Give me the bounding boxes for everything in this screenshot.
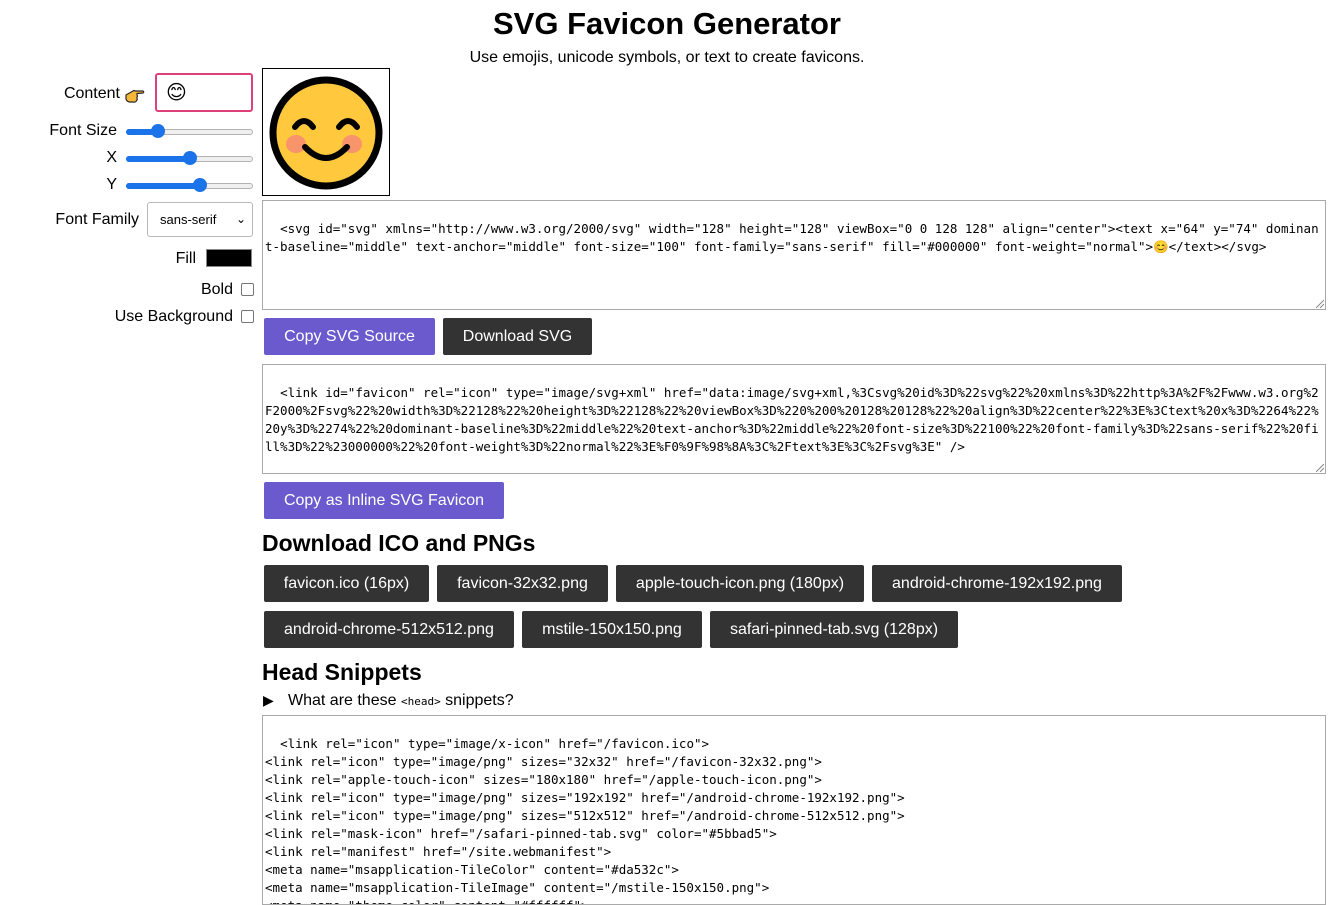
details-prefix: What are these [288, 692, 397, 709]
font-family-select[interactable]: sans-serif ⌄ [147, 202, 253, 237]
bold-label: Bold [200, 281, 233, 298]
details-code: <head> [400, 695, 441, 708]
download-favicon-ico-button[interactable]: favicon.ico (16px) [264, 565, 429, 602]
fill-color-picker[interactable] [206, 249, 252, 267]
head-snippets-heading: Head Snippets [262, 659, 422, 685]
details-suffix: snippets? [445, 692, 514, 709]
download-svg-button[interactable]: Download SVG [443, 318, 592, 355]
downloads-heading: Download ICO and PNGs [262, 530, 536, 556]
head-snippets-details-summary[interactable]: ▶ What are these <head> snippets? [263, 692, 514, 710]
download-mstile-150-button[interactable]: mstile-150x150.png [522, 611, 702, 648]
download-favicon-32-button[interactable]: favicon-32x32.png [437, 565, 608, 602]
download-android-chrome-512-button[interactable]: android-chrome-512x512.png [264, 611, 514, 648]
download-safari-pinned-tab-button[interactable]: safari-pinned-tab.svg (128px) [710, 611, 958, 648]
y-slider-thumb[interactable] [192, 178, 207, 192]
content-label: Content [63, 85, 120, 102]
inline-favicon-textarea[interactable]: <link id="favicon" rel="icon" type="imag… [262, 364, 1326, 474]
font-size-slider[interactable] [126, 124, 253, 138]
x-label: X [106, 149, 117, 166]
chevron-down-icon: ⌄ [235, 212, 246, 226]
head-snippets-text: <link rel="icon" type="image/x-icon" hre… [265, 736, 905, 904]
content-input[interactable]: 😊 [155, 73, 253, 112]
y-slider[interactable] [126, 178, 253, 192]
head-snippets-textarea[interactable]: <link rel="icon" type="image/x-icon" hre… [262, 715, 1326, 905]
download-android-chrome-192-button[interactable]: android-chrome-192x192.png [872, 565, 1122, 602]
x-slider[interactable] [126, 151, 253, 165]
copy-svg-source-button[interactable]: Copy SVG Source [264, 318, 435, 355]
favicon-preview [262, 68, 390, 196]
resize-grip-icon[interactable] [1316, 300, 1324, 308]
font-family-label: Font Family [55, 211, 139, 228]
font-family-value: sans-serif [160, 212, 217, 227]
use-background-checkbox[interactable] [241, 310, 254, 323]
use-background-label: Use Background [114, 308, 233, 325]
y-label: Y [106, 176, 117, 193]
font-size-label: Font Size [49, 122, 117, 139]
svg-source-textarea[interactable]: <svg id="svg" xmlns="http://www.w3.org/2… [262, 200, 1326, 310]
page-title: SVG Favicon Generator [493, 6, 841, 41]
fill-label: Fill [175, 250, 196, 267]
page-subtitle: Use emojis, unicode symbols, or text to … [469, 49, 865, 66]
resize-grip-icon[interactable] [1316, 464, 1324, 472]
pointing-hand-icon [125, 89, 145, 103]
font-size-slider-thumb[interactable] [150, 124, 165, 138]
disclosure-triangle-icon: ▶ [263, 692, 274, 708]
download-apple-touch-icon-button[interactable]: apple-touch-icon.png (180px) [616, 565, 864, 602]
smiling-face-emoji-icon [269, 76, 383, 190]
bold-checkbox[interactable] [241, 283, 254, 296]
svg-source-text: <svg id="svg" xmlns="http://www.w3.org/2… [265, 221, 1319, 254]
copy-inline-favicon-button[interactable]: Copy as Inline SVG Favicon [264, 482, 504, 519]
x-slider-thumb[interactable] [182, 151, 197, 165]
inline-favicon-text: <link id="favicon" rel="icon" type="imag… [265, 385, 1319, 454]
